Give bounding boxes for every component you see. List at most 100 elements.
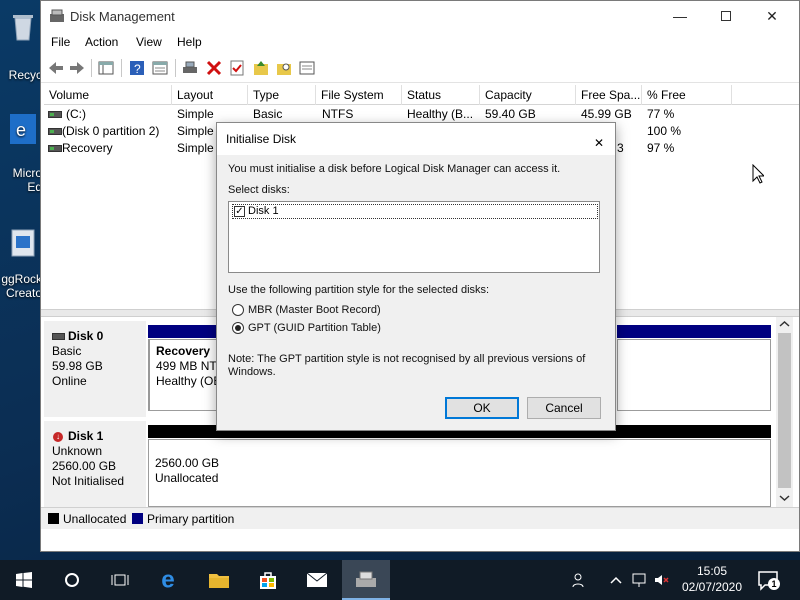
desktop-icon-ggrock[interactable]: ggRock Creato <box>0 226 42 306</box>
forward-icon[interactable] <box>68 59 86 77</box>
back-icon[interactable] <box>47 59 65 77</box>
edge-icon: e <box>161 569 174 591</box>
legend-label-unallocated: Unallocated <box>63 512 127 526</box>
legend-swatch-unallocated <box>48 513 59 524</box>
task-view-icon <box>111 574 129 586</box>
cortana-icon <box>65 573 79 587</box>
ok-button[interactable]: OK <box>445 397 519 419</box>
column-header-layout[interactable]: Layout <box>172 85 248 105</box>
mail-button[interactable] <box>293 560 341 600</box>
maximize-icon <box>721 11 731 21</box>
gpt-radio-label[interactable]: GPT (GUID Partition Table) <box>248 322 381 334</box>
column-header-percent-free[interactable]: % Free <box>642 85 732 105</box>
disk-1-checkbox[interactable]: ✓ <box>234 206 245 217</box>
properties-icon[interactable] <box>151 59 169 77</box>
volume-name: Recovery <box>62 141 113 155</box>
menu-action[interactable]: Action <box>85 35 118 49</box>
maximize-button[interactable] <box>703 1 749 31</box>
mbr-radio[interactable] <box>232 304 244 316</box>
start-button[interactable] <box>0 560 48 600</box>
ggrock-icon <box>11 229 35 257</box>
legend-bar: Unallocated Primary partition <box>41 507 799 529</box>
toolbar-separator <box>175 59 176 77</box>
network-icon[interactable] <box>631 572 647 588</box>
disk-0-partition-bar-right <box>617 325 771 338</box>
dialog-close-button[interactable]: ✕ <box>585 127 611 151</box>
connect-virtual-disk-icon[interactable] <box>181 59 199 77</box>
column-header-free-space[interactable]: Free Spa... <box>576 85 642 105</box>
toolbar: ? <box>41 53 799 83</box>
mouse-cursor-icon <box>752 164 764 184</box>
column-header-capacity[interactable]: Capacity <box>480 85 576 105</box>
show-hidden-icons-chevron-icon[interactable] <box>608 572 624 588</box>
menu-view[interactable]: View <box>136 35 162 49</box>
cancel-button[interactable]: Cancel <box>527 397 601 419</box>
disk-list-item[interactable]: ✓ Disk 1 <box>232 204 598 219</box>
help-icon[interactable]: ? <box>128 59 146 77</box>
disk-1-title: ↓ Disk 1 <box>52 429 146 444</box>
desktop-icon-edge[interactable]: e Micro Ed <box>0 112 42 194</box>
delete-icon[interactable] <box>205 59 223 77</box>
volume-pct-free: 100 % <box>647 124 682 138</box>
recycle-bin-icon <box>13 15 33 41</box>
disk-1-state: Not Initialised <box>52 474 125 488</box>
volume-muted-icon[interactable] <box>653 572 669 588</box>
disk-0-state: Online <box>52 374 87 388</box>
legend-label-primary: Primary partition <box>147 512 235 526</box>
task-view-button[interactable] <box>96 560 144 600</box>
disk-list-item-label: Disk 1 <box>248 205 279 217</box>
volume-row[interactable]: (C:) Simple Basic NTFS Healthy (B... 59.… <box>44 106 799 123</box>
legend-swatch-primary <box>132 513 143 524</box>
show-hide-console-tree-icon[interactable] <box>97 59 115 77</box>
disk-select-list[interactable]: ✓ Disk 1 <box>228 201 600 273</box>
view-list-icon[interactable] <box>298 59 316 77</box>
taskbar-clock[interactable]: 15:05 02/07/2020 <box>674 563 750 595</box>
dialog-title: Initialise Disk <box>226 132 297 146</box>
people-icon[interactable] <box>572 572 588 588</box>
action-center-button[interactable]: 1 <box>756 568 780 592</box>
disk-management-taskbar-button[interactable] <box>342 560 390 600</box>
disk-management-icon <box>356 571 376 587</box>
minimize-button[interactable]: — <box>657 1 703 31</box>
column-header-status[interactable]: Status <box>402 85 480 105</box>
disk-0-label[interactable]: Disk 0 Basic 59.98 GB Online <box>44 321 146 417</box>
column-header-file-system[interactable]: File System <box>316 85 402 105</box>
svg-text:e: e <box>161 569 174 591</box>
gpt-radio[interactable] <box>232 322 244 334</box>
check-icon[interactable] <box>228 59 246 77</box>
scroll-down-icon[interactable] <box>776 491 793 505</box>
disk-0-partition-right[interactable] <box>617 339 771 411</box>
notification-count: 1 <box>768 578 780 590</box>
file-explorer-button[interactable] <box>195 560 243 600</box>
up-folder-icon[interactable] <box>252 59 270 77</box>
column-header-type[interactable]: Type <box>248 85 316 105</box>
store-bag-icon <box>260 572 276 589</box>
disk-1-unallocated-region[interactable]: 2560.00 GB Unallocated <box>148 439 771 507</box>
search-folder-icon[interactable] <box>275 59 293 77</box>
volume-layout: Simple <box>177 107 214 121</box>
disk-0-type: Basic <box>52 344 82 358</box>
volume-fs: NTFS <box>322 107 354 121</box>
disk-1-label[interactable]: ↓ Disk 1 Unknown 2560.00 GB Not Initialis… <box>44 421 146 507</box>
column-header-volume[interactable]: Volume <box>44 85 172 105</box>
volume-layout: Simple <box>177 124 214 138</box>
close-button[interactable]: ✕ <box>749 1 795 31</box>
partition-style-label: Use the following partition style for th… <box>228 284 490 296</box>
vertical-scrollbar[interactable] <box>776 317 793 507</box>
volume-icon <box>48 111 62 118</box>
desktop-icon-recycle-bin[interactable]: Recyc <box>0 10 42 82</box>
menu-file[interactable]: File <box>51 35 70 49</box>
scroll-thumb[interactable] <box>778 333 791 488</box>
edge-taskbar-button[interactable]: e <box>146 560 194 600</box>
store-button[interactable] <box>244 560 292 600</box>
desktop-icon-label: Micro <box>12 166 42 180</box>
menu-help[interactable]: Help <box>177 35 202 49</box>
disk-0-title: Disk 0 <box>52 329 146 344</box>
mbr-radio-label[interactable]: MBR (Master Boot Record) <box>248 304 381 316</box>
scroll-up-icon[interactable] <box>776 317 793 331</box>
search-button[interactable] <box>48 560 96 600</box>
title-bar[interactable]: Disk Management — ✕ <box>41 1 799 31</box>
dialog-title-bar[interactable]: Initialise Disk ✕ <box>217 123 615 155</box>
disk-0-name: Disk 0 <box>68 329 104 343</box>
volume-icon <box>48 145 62 152</box>
